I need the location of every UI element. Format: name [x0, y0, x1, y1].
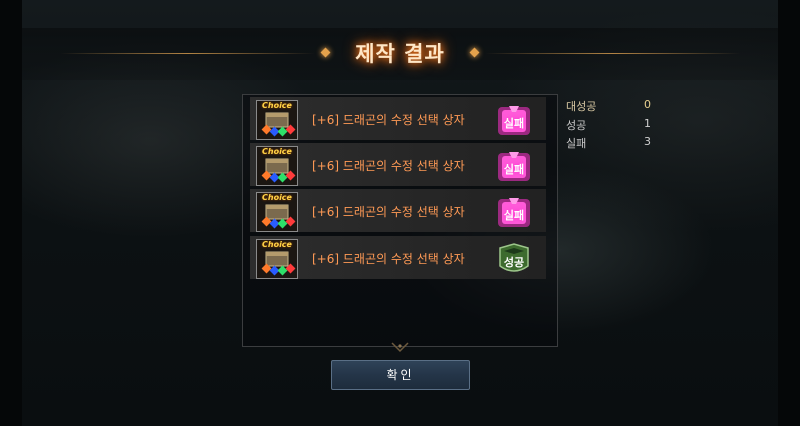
fail-stamp-icon: 실패 [496, 149, 532, 183]
crystal-choice-box-icon[interactable]: Choice [256, 146, 298, 186]
confirm-button[interactable]: 확인 [331, 360, 470, 390]
result-row: Choice [+6] 드래곤의 수정 선택 상자 실패 [250, 97, 546, 140]
result-text: 실패 [503, 163, 525, 176]
result-text: 실패 [503, 209, 525, 222]
success-shield-icon: 성공 [496, 242, 532, 276]
item-name: [+6] 드래곤의 수정 선택 상자 [312, 252, 465, 266]
crystal-choice-box-icon[interactable]: Choice [256, 239, 298, 279]
stat-label: 대성공 [566, 100, 597, 113]
item-name: [+6] 드래곤의 수정 선택 상자 [312, 159, 465, 173]
stat-great-success: 대성공 0 [566, 98, 651, 116]
left-letterbox [0, 0, 22, 426]
result-text: 실패 [503, 117, 525, 130]
item-name: [+6] 드래곤의 수정 선택 상자 [312, 205, 465, 219]
panel-ornament-icon [391, 342, 409, 353]
stat-value: 3 [644, 135, 651, 148]
stat-success: 성공 1 [566, 117, 651, 135]
result-row: Choice [+6] 드래곤의 수정 선택 상자 성공 [250, 236, 546, 279]
result-row: Choice [+6] 드래곤의 수정 선택 상자 실패 [250, 189, 546, 232]
dialog-title: 제작 결과 [355, 42, 445, 66]
item-name: [+6] 드래곤의 수정 선택 상자 [312, 113, 465, 127]
result-text: 성공 [503, 256, 525, 269]
stat-label: 성공 [566, 119, 587, 132]
stat-fail: 실패 3 [566, 135, 651, 153]
fail-stamp-icon: 실패 [496, 103, 532, 137]
stat-value: 0 [644, 98, 651, 111]
fail-stamp-icon: 실패 [496, 195, 532, 229]
result-row: Choice [+6] 드래곤의 수정 선택 상자 실패 [250, 143, 546, 186]
right-letterbox [778, 0, 800, 426]
stat-label: 실패 [566, 137, 587, 150]
title-divider-left [60, 53, 315, 54]
crystal-choice-box-icon[interactable]: Choice [256, 192, 298, 232]
crystal-choice-box-icon[interactable]: Choice [256, 100, 298, 140]
stat-value: 1 [644, 117, 651, 130]
title-divider-right [485, 53, 740, 54]
